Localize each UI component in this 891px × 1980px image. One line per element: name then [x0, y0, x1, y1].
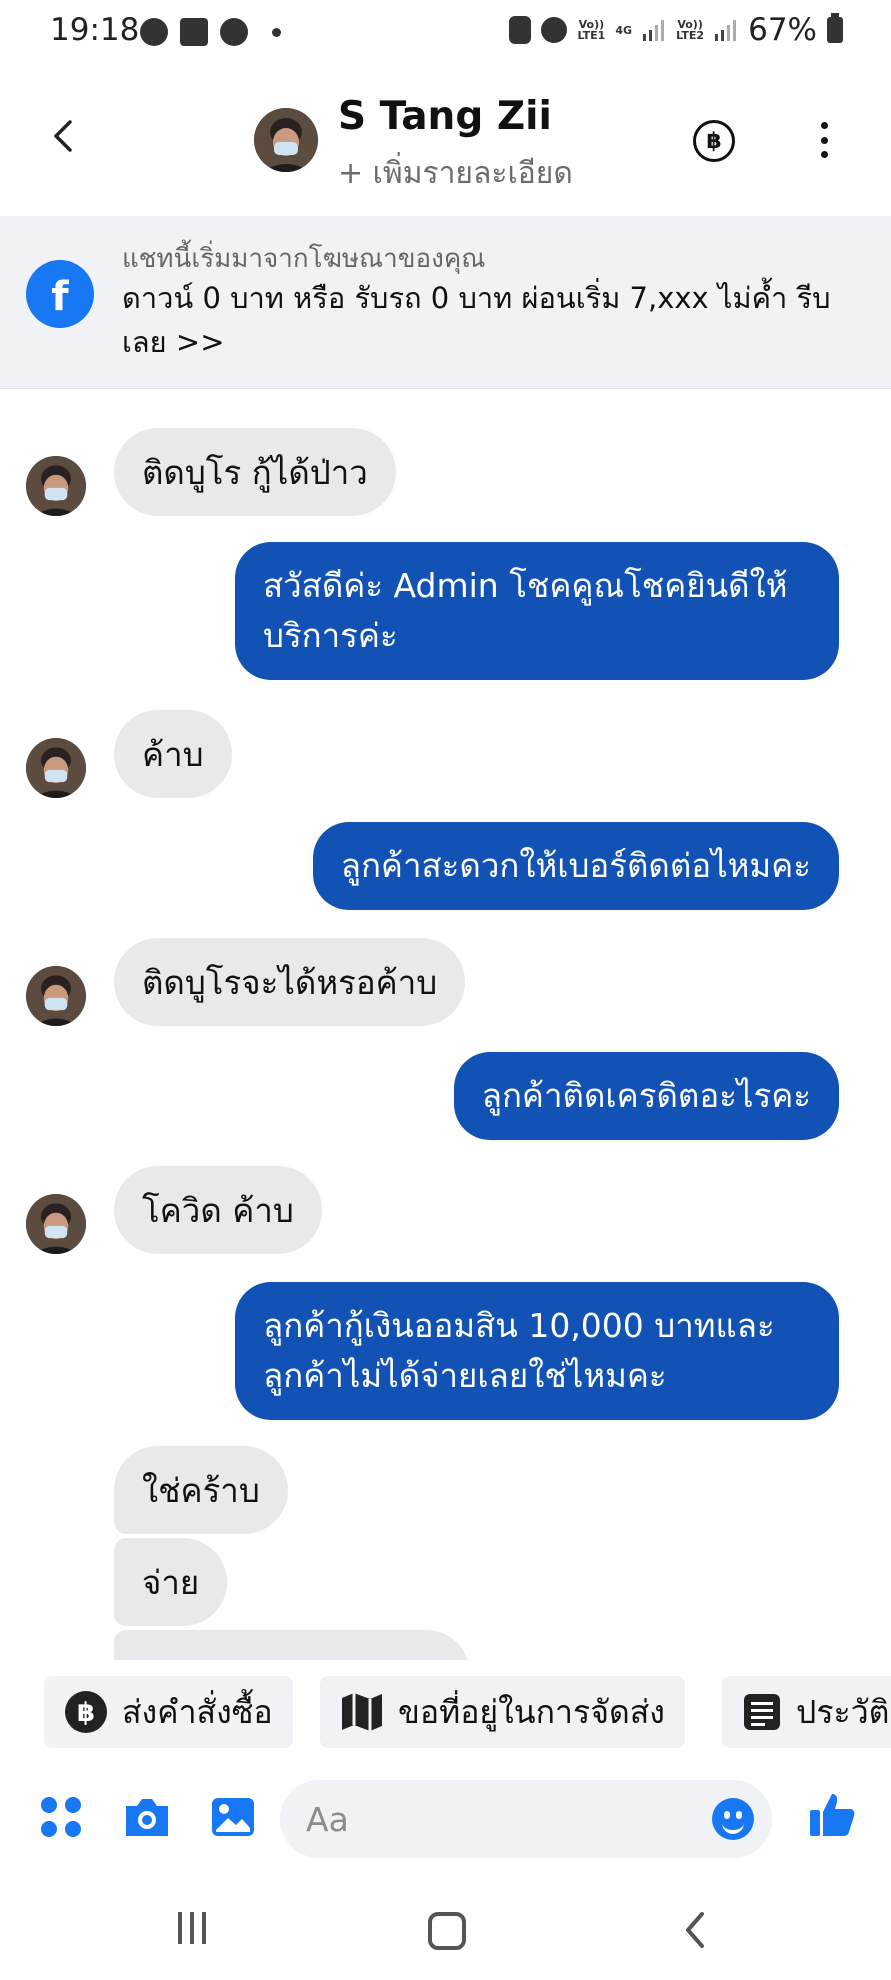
contact-name[interactable]: S Tang Zii	[338, 94, 552, 139]
apps-button[interactable]	[38, 1794, 84, 1844]
ad-caption: แชทนี้เริ่มมาจากโฆษณาของคุณ	[122, 244, 486, 274]
recycle-icon	[509, 16, 532, 44]
avatar	[26, 456, 86, 516]
quick-reply-label: ส่งคำสั่งซื้อ	[122, 1692, 273, 1731]
ad-text: ดาวน์ 0 บาท หรือ รับรถ 0 บาท ผ่อนเริ่ม 7…	[122, 281, 831, 359]
more-dot	[820, 122, 828, 129]
quick-reply-label: ประวัติ	[796, 1692, 890, 1731]
system-back-button[interactable]	[680, 1910, 710, 1954]
incoming-message[interactable]: ติดบูโรจะได้หรอค้าบ	[114, 938, 466, 1026]
outgoing-message[interactable]: ลูกค้าติดเครดิตอะไรคะ	[453, 1052, 839, 1140]
network-lte2: Vo)) LTE2	[676, 18, 705, 42]
notification-icons	[140, 18, 281, 46]
incoming-message[interactable]: ใช่คร้าบ	[114, 1446, 288, 1534]
chevron-left-icon	[686, 1912, 704, 1948]
composer-bar: Aa	[0, 1758, 891, 1880]
baht-circle-icon: ฿	[64, 1690, 108, 1734]
gallery-button[interactable]	[210, 1794, 256, 1844]
document-icon	[742, 1692, 782, 1732]
more-options-button[interactable]	[818, 122, 830, 158]
signal-icon	[643, 20, 665, 41]
add-details-link[interactable]: + เพิ่มรายละเอียด	[338, 150, 573, 197]
facebook-icon: f	[26, 260, 94, 328]
outgoing-message[interactable]: ลูกค้าสะดวกให้เบอร์ติดต่อไหมคะ	[312, 822, 839, 910]
dot-icon	[272, 27, 281, 37]
quick-reply-label: ขอที่อยู่ในการจัดส่ง	[398, 1692, 665, 1731]
status-indicators: Vo)) LTE1 4G Vo)) LTE2 67%	[509, 12, 843, 48]
message-list[interactable]: ติดบูโร กู้ได้ป่าว สวัสดีค่ะ Admin โชคคู…	[0, 402, 891, 1660]
message-row: โควิด ค้าบ	[0, 1164, 891, 1254]
camera-icon	[126, 1799, 168, 1836]
quick-reply-history[interactable]: ประวัติ	[722, 1676, 891, 1748]
outgoing-message[interactable]: สวัสดีค่ะ Admin โชคคูณโชคยินดีให้บริการค…	[235, 542, 839, 680]
incoming-message-partial[interactable]	[114, 1630, 470, 1660]
camera-button[interactable]	[122, 1794, 172, 1844]
more-dot	[820, 151, 828, 158]
payment-button[interactable]: ฿	[693, 120, 735, 162]
more-dot	[820, 136, 828, 144]
apps-icon	[41, 1797, 81, 1837]
network-4g: 4G	[615, 23, 633, 37]
like-button[interactable]	[808, 1790, 856, 1842]
gallery-icon	[180, 18, 208, 46]
image-icon	[212, 1798, 254, 1836]
incoming-message[interactable]: ติดบูโร กู้ได้ป่าว	[114, 428, 396, 516]
message-input[interactable]: Aa	[280, 1780, 772, 1858]
message-row: ค้าบ	[0, 708, 891, 798]
avatar	[26, 966, 86, 1026]
network-lte1: Vo)) LTE1	[577, 18, 606, 42]
map-icon	[340, 1690, 384, 1734]
chat-header: S Tang Zii + เพิ่มรายละเอียด ฿	[0, 64, 891, 216]
ad-origin-banner[interactable]: f แชทนี้เริ่มมาจากโฆษณาของคุณ ดาวน์ 0 บา…	[0, 216, 891, 389]
avatar	[26, 1194, 86, 1254]
avatar	[26, 738, 86, 798]
outgoing-message[interactable]: ลูกค้ากู้เงินออมสิน 10,000 บาทและลูกค้าไ…	[235, 1282, 839, 1420]
message-input-placeholder: Aa	[306, 1800, 349, 1839]
incoming-message[interactable]: โควิด ค้าบ	[114, 1166, 322, 1254]
back-button[interactable]	[44, 116, 84, 156]
messenger-icon	[140, 18, 168, 46]
chevron-left-icon	[54, 120, 72, 152]
signal-icon	[715, 20, 737, 41]
system-nav-bar	[0, 1880, 891, 1980]
incoming-message[interactable]: ค้าบ	[114, 710, 232, 798]
quick-replies: ฿ ส่งคำสั่งซื้อ ขอที่อยู่ในการจัดส่ง ประ…	[0, 1660, 891, 1758]
home-button[interactable]	[428, 1912, 466, 1950]
messenger-icon	[220, 18, 248, 46]
alarm-icon	[541, 17, 568, 43]
message-row: ติดบูโรจะได้หรอค้าบ	[0, 936, 891, 1026]
avatar[interactable]	[254, 108, 318, 172]
recent-apps-button[interactable]	[178, 1912, 206, 1944]
baht-icon: ฿	[706, 128, 722, 154]
incoming-message[interactable]: จ่าย	[114, 1538, 228, 1626]
quick-reply-request-address[interactable]: ขอที่อยู่ในการจัดส่ง	[320, 1676, 685, 1748]
battery-icon	[827, 13, 843, 43]
emoji-icon[interactable]	[712, 1798, 754, 1840]
message-row: ติดบูโร กู้ได้ป่าว	[0, 426, 891, 516]
svg-text:฿: ฿	[77, 1698, 95, 1728]
status-bar: 19:18 Vo)) LTE1 4G Vo)) LTE2 67%	[0, 0, 891, 64]
thumbs-up-icon	[810, 1794, 855, 1836]
avatar-image	[254, 108, 318, 172]
status-time: 19:18	[50, 12, 140, 48]
quick-reply-send-order[interactable]: ฿ ส่งคำสั่งซื้อ	[44, 1676, 293, 1748]
battery-percent: 67%	[748, 12, 817, 48]
